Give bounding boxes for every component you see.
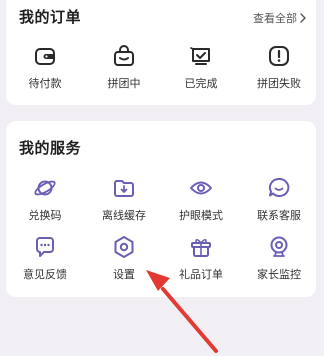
- eye-icon: [190, 181, 212, 195]
- services-title: 我的服务: [19, 139, 82, 157]
- service-item-eye-care-mode[interactable]: 护眼模式: [165, 175, 237, 223]
- service-label-customer-service: 联系客服: [257, 209, 301, 222]
- group-bag-icon: [114, 45, 134, 66]
- service-item-parental-monitoring[interactable]: 家长监控: [243, 234, 315, 282]
- service-item-redeem-code[interactable]: 兑换码: [9, 175, 81, 223]
- order-item-completed[interactable]: 已完成: [165, 43, 237, 91]
- order-label-pending-payment: 待付款: [28, 77, 62, 90]
- order-item-pending-payment[interactable]: 待付款: [9, 43, 81, 91]
- service-item-feedback[interactable]: 意见反馈: [9, 234, 81, 282]
- completed-box-icon: [190, 47, 210, 65]
- chevron-right-icon: [300, 13, 306, 23]
- camera-monitor-icon: [270, 236, 288, 257]
- planet-icon: [34, 180, 56, 196]
- service-label-parental-monitoring: 家长监控: [257, 268, 301, 281]
- service-item-gift-orders[interactable]: 礼品订单: [165, 234, 237, 282]
- orders-card: 我的订单 查看全部 待付款 拼团中 已完成 拼团失败: [6, 0, 316, 105]
- service-label-offline-cache: 离线缓存: [102, 209, 146, 222]
- chat-smile-icon: [268, 177, 290, 197]
- failed-alert-icon: [269, 46, 289, 66]
- service-item-settings[interactable]: 设置: [88, 234, 160, 282]
- service-label-gift-orders: 礼品订单: [179, 268, 223, 281]
- service-label-redeem-code: 兑换码: [28, 209, 62, 222]
- wallet-icon: [35, 48, 55, 65]
- service-label-settings: 设置: [113, 268, 135, 281]
- order-label-group-buying: 拼团中: [107, 77, 141, 90]
- orders-title: 我的订单: [19, 8, 82, 26]
- download-folder-icon: [114, 180, 134, 197]
- order-label-completed: 已完成: [184, 77, 218, 90]
- service-item-customer-service[interactable]: 联系客服: [243, 175, 315, 223]
- view-all-label: 查看全部: [253, 12, 297, 25]
- gift-box-icon: [191, 238, 211, 257]
- order-item-group-failed[interactable]: 拼团失败: [243, 43, 315, 91]
- service-label-feedback: 意见反馈: [23, 268, 67, 281]
- service-label-eye-care-mode: 护眼模式: [179, 209, 223, 222]
- order-label-group-failed: 拼团失败: [257, 77, 301, 90]
- services-card: 我的服务 兑换码 离线缓存 护眼模式 联系客服 意见反馈 设置 礼品订单 家长监…: [6, 121, 316, 297]
- order-item-group-buying[interactable]: 拼团中: [88, 43, 160, 91]
- view-all-orders-link[interactable]: 查看全部: [253, 10, 307, 26]
- settings-hexagon-icon: [114, 236, 134, 258]
- feedback-bubble-icon: [36, 237, 54, 257]
- service-item-offline-cache[interactable]: 离线缓存: [88, 175, 160, 223]
